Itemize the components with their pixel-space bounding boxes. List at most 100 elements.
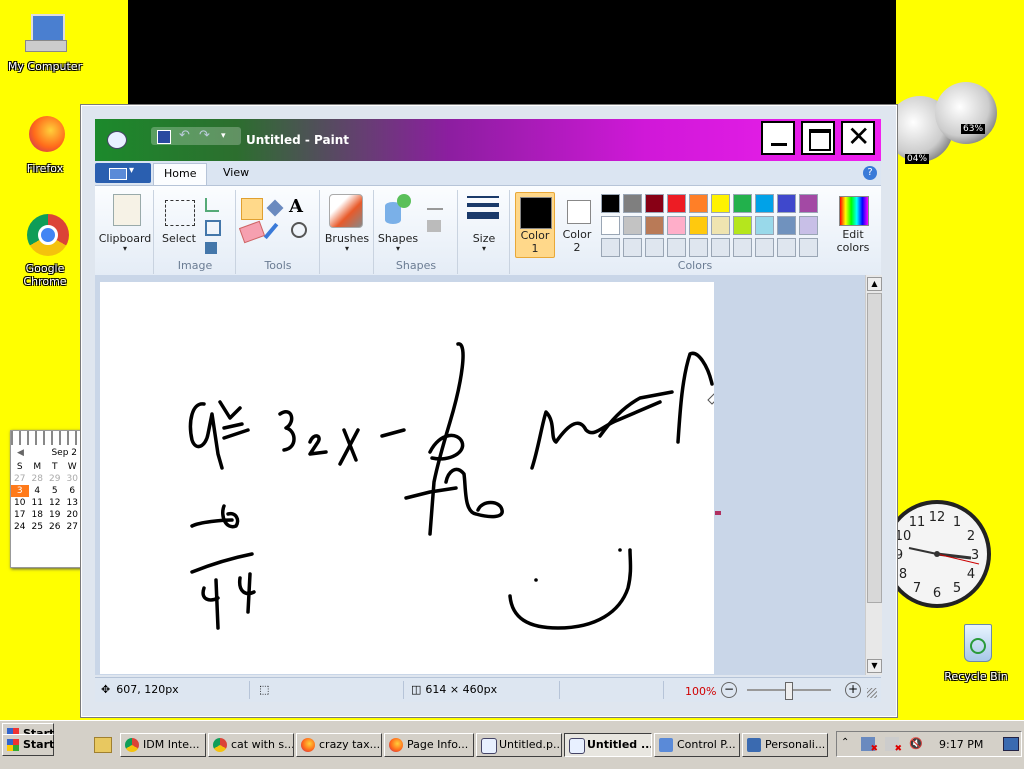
action-center-icon[interactable]: ✖	[885, 737, 902, 754]
show-desktop-tray-icon[interactable]	[1003, 737, 1019, 751]
custom-color-slot[interactable]	[777, 238, 796, 257]
palette-swatch[interactable]	[733, 194, 752, 213]
scroll-thumb[interactable]	[867, 293, 882, 603]
calendar-day[interactable]: 4	[29, 485, 47, 497]
paint-app-icon[interactable]	[107, 131, 127, 149]
show-hidden-icons[interactable]: ⌃	[841, 737, 849, 748]
custom-color-slot[interactable]	[667, 238, 686, 257]
calendar-day[interactable]: 17	[11, 509, 29, 521]
paint-window[interactable]: ↶ ↷ ▾ Untitled - Paint ✕ ▾ Home View ? C…	[80, 104, 898, 718]
palette-swatch[interactable]	[777, 216, 796, 235]
cpu-meter-gadget[interactable]: 04% 63%	[885, 82, 1001, 182]
taskbar-item-untitled-active[interactable]: Untitled ...	[564, 733, 652, 757]
taskbar-item-control-panel[interactable]: Control P...	[654, 733, 740, 757]
magnifier-icon[interactable]	[291, 222, 307, 238]
palette-swatch[interactable]	[645, 216, 664, 235]
palette-swatch[interactable]	[711, 216, 730, 235]
calendar-day[interactable]: 12	[46, 497, 64, 509]
palette-swatch[interactable]	[755, 194, 774, 213]
taskbar-item-untitled-1[interactable]: Untitled.p...	[476, 733, 562, 757]
network-icon[interactable]: ✖	[861, 737, 878, 754]
palette-swatch[interactable]	[623, 216, 642, 235]
palette-swatch[interactable]	[667, 194, 686, 213]
custom-color-slot[interactable]	[711, 238, 730, 257]
calendar-day[interactable]: 5	[46, 485, 64, 497]
taskbar-item-personalization[interactable]: Personali...	[742, 733, 828, 757]
tray-clock[interactable]: 9:17 PM	[939, 738, 983, 751]
maximize-button[interactable]	[801, 121, 835, 155]
help-icon[interactable]: ?	[863, 166, 877, 180]
tab-view[interactable]: View	[213, 163, 259, 185]
minimize-button[interactable]	[761, 121, 795, 155]
scroll-up-icon[interactable]: ▲	[867, 277, 882, 291]
close-button[interactable]: ✕	[841, 121, 875, 155]
undo-icon[interactable]: ↶	[179, 129, 193, 143]
customize-qat-icon[interactable]: ▾	[221, 129, 233, 143]
show-desktop-icon[interactable]	[94, 737, 112, 753]
calendar-day[interactable]: 19	[46, 509, 64, 521]
select-button[interactable]: Select	[159, 232, 199, 245]
desktop-icon-my-computer[interactable]: My Computer	[5, 10, 85, 73]
title-bar[interactable]: ↶ ↷ ▾ Untitled - Paint ✕	[95, 119, 881, 161]
calendar-day[interactable]: 30	[64, 473, 82, 485]
calendar-day[interactable]: 11	[29, 497, 47, 509]
custom-color-slot[interactable]	[601, 238, 620, 257]
custom-color-slot[interactable]	[733, 238, 752, 257]
taskbar-item-crazy-tax[interactable]: crazy tax...	[296, 733, 382, 757]
resize-handle[interactable]	[715, 511, 721, 515]
palette-swatch[interactable]	[689, 194, 708, 213]
calendar-day[interactable]: 28	[29, 473, 47, 485]
calendar-day[interactable]: 27	[64, 521, 82, 533]
calendar-day[interactable]: 27	[11, 473, 29, 485]
desktop-icon-google-chrome[interactable]: Google Chrome	[5, 212, 85, 288]
rotate-icon[interactable]	[205, 242, 217, 254]
palette-swatch[interactable]	[799, 194, 818, 213]
custom-color-slot[interactable]	[799, 238, 818, 257]
desktop-icon-recycle-bin[interactable]: Recycle Bin	[936, 620, 1016, 683]
scroll-down-icon[interactable]: ▼	[867, 659, 882, 673]
palette-swatch[interactable]	[711, 194, 730, 213]
start-button-secondary[interactable]: Start	[2, 734, 54, 756]
calendar-day[interactable]: 26	[46, 521, 64, 533]
desktop-icon-firefox[interactable]: Firefox	[5, 112, 85, 175]
crop-icon[interactable]	[205, 198, 219, 212]
calendar-day[interactable]: 25	[29, 521, 47, 533]
volume-icon[interactable]: 🔇	[909, 737, 923, 751]
calendar-day[interactable]: 18	[29, 509, 47, 521]
vertical-scrollbar[interactable]: ▲ ▼	[865, 275, 882, 675]
calendar-gadget[interactable]: ◀ Sep 2 S M T W 27 28 29 30 3 4 5 6 10 1…	[10, 430, 82, 568]
calendar-day[interactable]: 29	[46, 473, 64, 485]
calendar-day[interactable]: 13	[64, 497, 82, 509]
taskbar-item-idm[interactable]: IDM Inte...	[120, 733, 206, 757]
save-icon[interactable]	[157, 130, 171, 144]
color2-button[interactable]: Color 2	[559, 192, 595, 256]
custom-color-slot[interactable]	[689, 238, 708, 257]
palette-swatch[interactable]	[601, 194, 620, 213]
clock-gadget[interactable]: 12 1 2 3 4 5 6 7 8 9 10 11	[883, 492, 1001, 616]
redo-icon[interactable]: ↷	[199, 129, 213, 143]
custom-color-slot[interactable]	[623, 238, 642, 257]
color-picker-icon[interactable]	[263, 222, 279, 240]
palette-swatch[interactable]	[755, 216, 774, 235]
palette-swatch[interactable]	[645, 194, 664, 213]
text-tool-icon[interactable]: A	[289, 196, 309, 218]
palette-swatch[interactable]	[799, 216, 818, 235]
palette-swatch[interactable]	[601, 216, 620, 235]
zoom-out-icon[interactable]: −	[721, 682, 737, 698]
calendar-day[interactable]: 20	[64, 509, 82, 521]
paint-menu-button[interactable]: ▾	[95, 163, 151, 183]
eraser-icon[interactable]	[238, 220, 266, 244]
taskbar-item-cat[interactable]: cat with s...	[208, 733, 294, 757]
palette-swatch[interactable]	[667, 216, 686, 235]
fill-icon[interactable]	[265, 198, 285, 218]
calendar-today[interactable]: 3	[11, 485, 29, 497]
tab-home[interactable]: Home	[153, 163, 208, 186]
pencil-icon[interactable]	[241, 198, 263, 220]
outline-icon[interactable]	[427, 198, 443, 210]
zoom-slider[interactable]	[747, 682, 831, 700]
custom-color-slot[interactable]	[645, 238, 664, 257]
fill-shape-icon[interactable]	[427, 220, 441, 232]
color1-button[interactable]: Color 1	[515, 192, 555, 258]
palette-swatch[interactable]	[689, 216, 708, 235]
resize-grip-icon[interactable]	[867, 688, 877, 698]
